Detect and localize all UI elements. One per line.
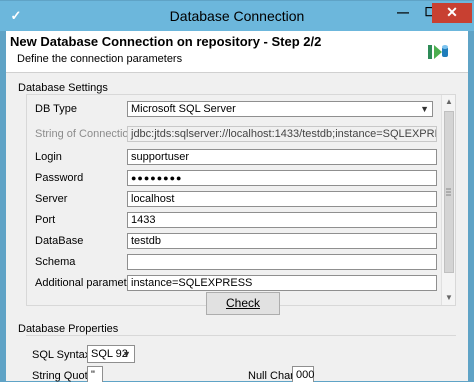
close-button[interactable]: ✕ [432, 3, 472, 23]
connection-string-field: jdbc:jtds:sqlserver://localhost:1433/tes… [127, 126, 437, 142]
settings-scrollbar[interactable]: ▲ ═ ═ ═ ▼ [441, 95, 455, 305]
database-settings-panel: DB Type Microsoft SQL Server ▼ String of… [26, 94, 456, 306]
additional-parameters-input[interactable]: instance=SQLEXPRESS [127, 275, 437, 291]
sql-syntax-select[interactable]: SQL 92 ▼ [87, 345, 135, 363]
login-label: Login [35, 151, 62, 163]
check-button-label: Check [225, 296, 260, 310]
scroll-up-icon[interactable]: ▲ [442, 95, 456, 109]
wizard-title: New Database Connection on repository - … [10, 34, 322, 49]
port-input[interactable]: 1433 [127, 212, 437, 228]
sql-syntax-label: SQL Syntax [32, 349, 91, 361]
minimize-button[interactable]: — [390, 3, 416, 23]
null-char-input[interactable]: 000 [292, 366, 314, 382]
database-input[interactable]: testdb [127, 233, 437, 249]
password-label: Password [35, 172, 84, 184]
check-button[interactable]: Check [206, 292, 280, 315]
chevron-down-icon: ▼ [122, 349, 131, 359]
grip-icon: ═ ═ ═ [446, 186, 451, 199]
scrollbar-thumb[interactable]: ═ ═ ═ [444, 111, 454, 273]
login-input[interactable]: supportuser [127, 149, 437, 165]
wizard-header: New Database Connection on repository - … [6, 31, 468, 73]
dialog-content: Database Settings DB Type Microsoft SQL … [6, 73, 468, 382]
database-properties-label: Database Properties [18, 323, 119, 335]
string-quote-label: String Quote [32, 370, 94, 382]
database-label: DataBase [35, 235, 84, 247]
wizard-subtitle: Define the connection parameters [17, 53, 183, 65]
forward-arrow-database-icon [428, 45, 448, 59]
db-type-value: Microsoft SQL Server [131, 103, 236, 115]
port-label: Port [35, 214, 56, 226]
scroll-down-icon[interactable]: ▼ [442, 291, 456, 305]
server-input[interactable]: localhost [127, 191, 437, 207]
schema-label: Schema [35, 256, 76, 268]
chevron-down-icon: ▼ [420, 104, 429, 114]
db-type-select[interactable]: Microsoft SQL Server ▼ [127, 101, 433, 117]
password-input[interactable]: ●●●●●●●● [127, 170, 437, 186]
string-quote-input[interactable]: " [87, 366, 103, 382]
database-properties-panel: SQL Syntax SQL 92 ▼ String Quote " Null … [26, 335, 456, 382]
additional-parameters-label: Additional parameters [35, 277, 143, 289]
server-label: Server [35, 193, 68, 205]
title-bar[interactable]: ✓ Database Connection — ☐ ✕ [0, 1, 474, 31]
null-char-label: Null Char [248, 370, 294, 382]
schema-input[interactable] [127, 254, 437, 270]
db-type-label: DB Type [35, 103, 77, 115]
database-connection-window: ✓ Database Connection — ☐ ✕ New Database… [0, 0, 474, 382]
database-settings-label: Database Settings [18, 82, 108, 94]
connection-string-label: String of Connection [35, 128, 135, 140]
